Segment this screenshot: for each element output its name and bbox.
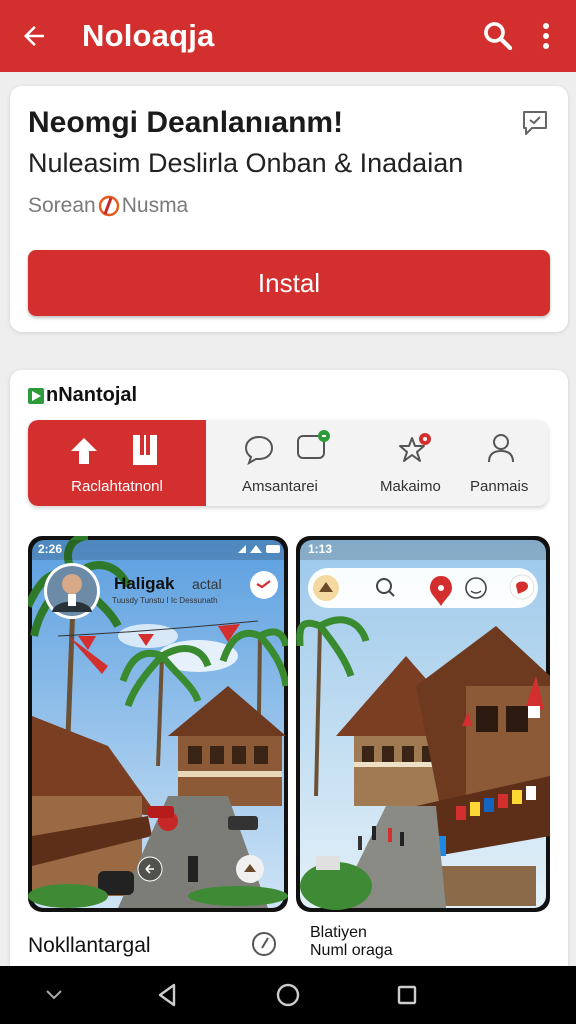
arrow-up-icon [71, 438, 97, 464]
nav-home-icon[interactable] [274, 980, 302, 1010]
app-info-card: Neomgi Deanlanıanm! Nuleasim Deslirla On… [10, 86, 568, 332]
developer-logo-icon [98, 195, 120, 217]
section-title: nNantojal [46, 384, 138, 406]
chevron-down-icon[interactable] [44, 988, 64, 1002]
feature-tabs: Raclahtatnonl Amsantarei Makaimo Panmais [28, 420, 548, 506]
feature-tab-2-label: Amsantarei [242, 478, 318, 495]
screenshot-2[interactable]: 1:13 [296, 536, 550, 912]
section-header: nNantojal [28, 384, 137, 407]
screenshot-1-profile-name: Haligak [114, 574, 175, 593]
more-options-button[interactable] [524, 0, 568, 72]
share-chat-icon [523, 111, 547, 135]
system-nav-bar [0, 966, 576, 1024]
caption-right: Blatiyen Numl oraga [310, 924, 393, 960]
app-bar-title: Noloaqja [82, 18, 215, 53]
screenshot-captions: Nokllantargal Blatiyen Numl oraga [28, 924, 548, 966]
feature-tab-4[interactable]: Panmais [462, 420, 548, 506]
back-button[interactable] [4, 0, 64, 72]
feature-tab-1-label: Raclahtatnonl [71, 478, 163, 495]
message-badge-icon [297, 430, 330, 459]
feature-tab-3-label: Makaimo [380, 478, 441, 495]
app-bar: Noloaqja [0, 0, 576, 72]
caption-right-line-2: Numl oraga [310, 942, 393, 959]
feature-tab-1[interactable]: Raclahtatnonl [28, 420, 206, 506]
install-button[interactable]: Instal [28, 250, 550, 316]
pin-star-icon [399, 433, 431, 462]
developer-row[interactable]: Sorean Nusma [28, 194, 188, 218]
screenshot-1-profile-tag: actal [192, 576, 222, 592]
content-card: nNantojal Raclahtatnonl Amsantarei Makai… [10, 370, 568, 970]
refresh-icon[interactable] [250, 930, 278, 958]
share-button[interactable] [518, 106, 552, 140]
play-store-icon [28, 387, 44, 404]
feature-tab-4-label: Panmais [470, 478, 529, 495]
screenshot-2-status-time: 1:13 [308, 542, 333, 556]
nav-back-icon[interactable] [154, 980, 180, 1010]
feature-tab-2[interactable]: Amsantarei [206, 420, 370, 506]
developer-prefix: Sorean [28, 194, 96, 217]
app-subtitle: Nuleasim Deslirla Onban & Inadaian [28, 148, 464, 178]
feature-tab-3[interactable]: Makaimo [370, 420, 462, 506]
screenshot-1-profile-desc: Tuusdy Tunstu I Ic Dessunath [112, 596, 218, 605]
screenshot-1-status-time: 2:26 [38, 542, 63, 556]
screenshot-2-image [296, 540, 550, 910]
screenshot-1[interactable]: 2:26 Haligak actal Tuusdy Tunstu I Ic De… [28, 536, 288, 912]
person-icon [488, 434, 514, 463]
app-name: Neomgi Deanlanıanm! [28, 106, 344, 139]
chat-bubble-icon [244, 435, 274, 466]
developer-suffix: Nusma [121, 194, 189, 217]
nav-recents-icon[interactable] [394, 980, 420, 1010]
bookmark-icon [133, 435, 157, 465]
search-button[interactable] [472, 0, 524, 72]
more-vert-icon [543, 23, 549, 49]
back-arrow-icon [24, 26, 44, 46]
search-icon [484, 22, 513, 51]
caption-right-line-1: Blatiyen [310, 924, 367, 941]
caption-left: Nokllantargal [28, 934, 151, 957]
